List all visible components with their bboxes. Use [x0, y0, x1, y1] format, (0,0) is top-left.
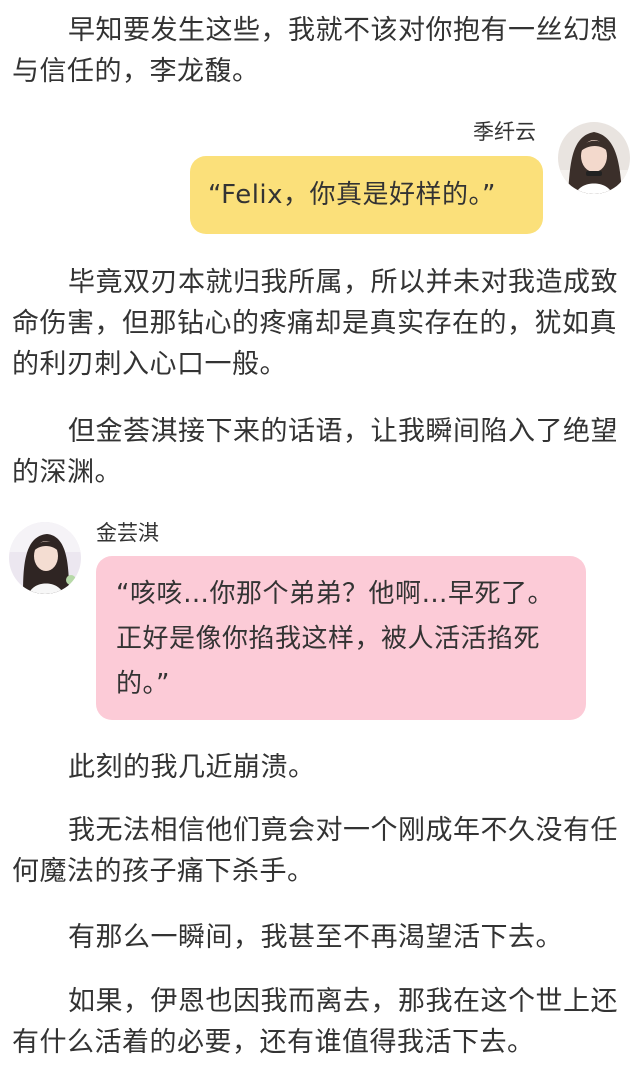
- story-paragraph: 但金荟淇接下来的话语，让我瞬间陷入了绝望的深渊。: [12, 416, 618, 488]
- story-paragraph: 有那么一瞬间，我甚至不再渴望活下去。: [68, 922, 563, 953]
- girl-portrait-avatar-icon: [558, 122, 630, 194]
- avatar[interactable]: [9, 522, 81, 594]
- story-paragraph: 如果，伊恩也因我而离去，那我在这个世上还有什么活着的必要，还有谁值得我活下去。: [12, 986, 618, 1058]
- story-paragraph: 此刻的我几近崩溃。: [68, 752, 316, 783]
- story-paragraph: 毕竟双刃本就归我所属，所以并未对我造成致命伤害，但那钻心的疼痛却是真实存在的，犹…: [12, 267, 618, 380]
- girl-portrait-avatar-icon: [9, 522, 81, 594]
- story-paragraph: 我无法相信他们竟会对一个刚成年不久没有任何魔法的孩子痛下杀手。: [12, 815, 618, 887]
- chat-bubble: “咳咳…你那个弟弟？他啊…早死了。正好是像你掐我这样，被人活活掐死的。”: [96, 556, 586, 720]
- speaker-name: 金芸淇: [96, 521, 159, 545]
- chat-bubble: “Felix，你真是好样的。”: [190, 156, 543, 234]
- story-paragraph: 早知要发生这些，我就不该对你抱有一丝幻想与信任的，李龙馥。: [12, 15, 618, 87]
- speaker-name: 季纤云: [473, 120, 536, 144]
- avatar[interactable]: [558, 122, 630, 194]
